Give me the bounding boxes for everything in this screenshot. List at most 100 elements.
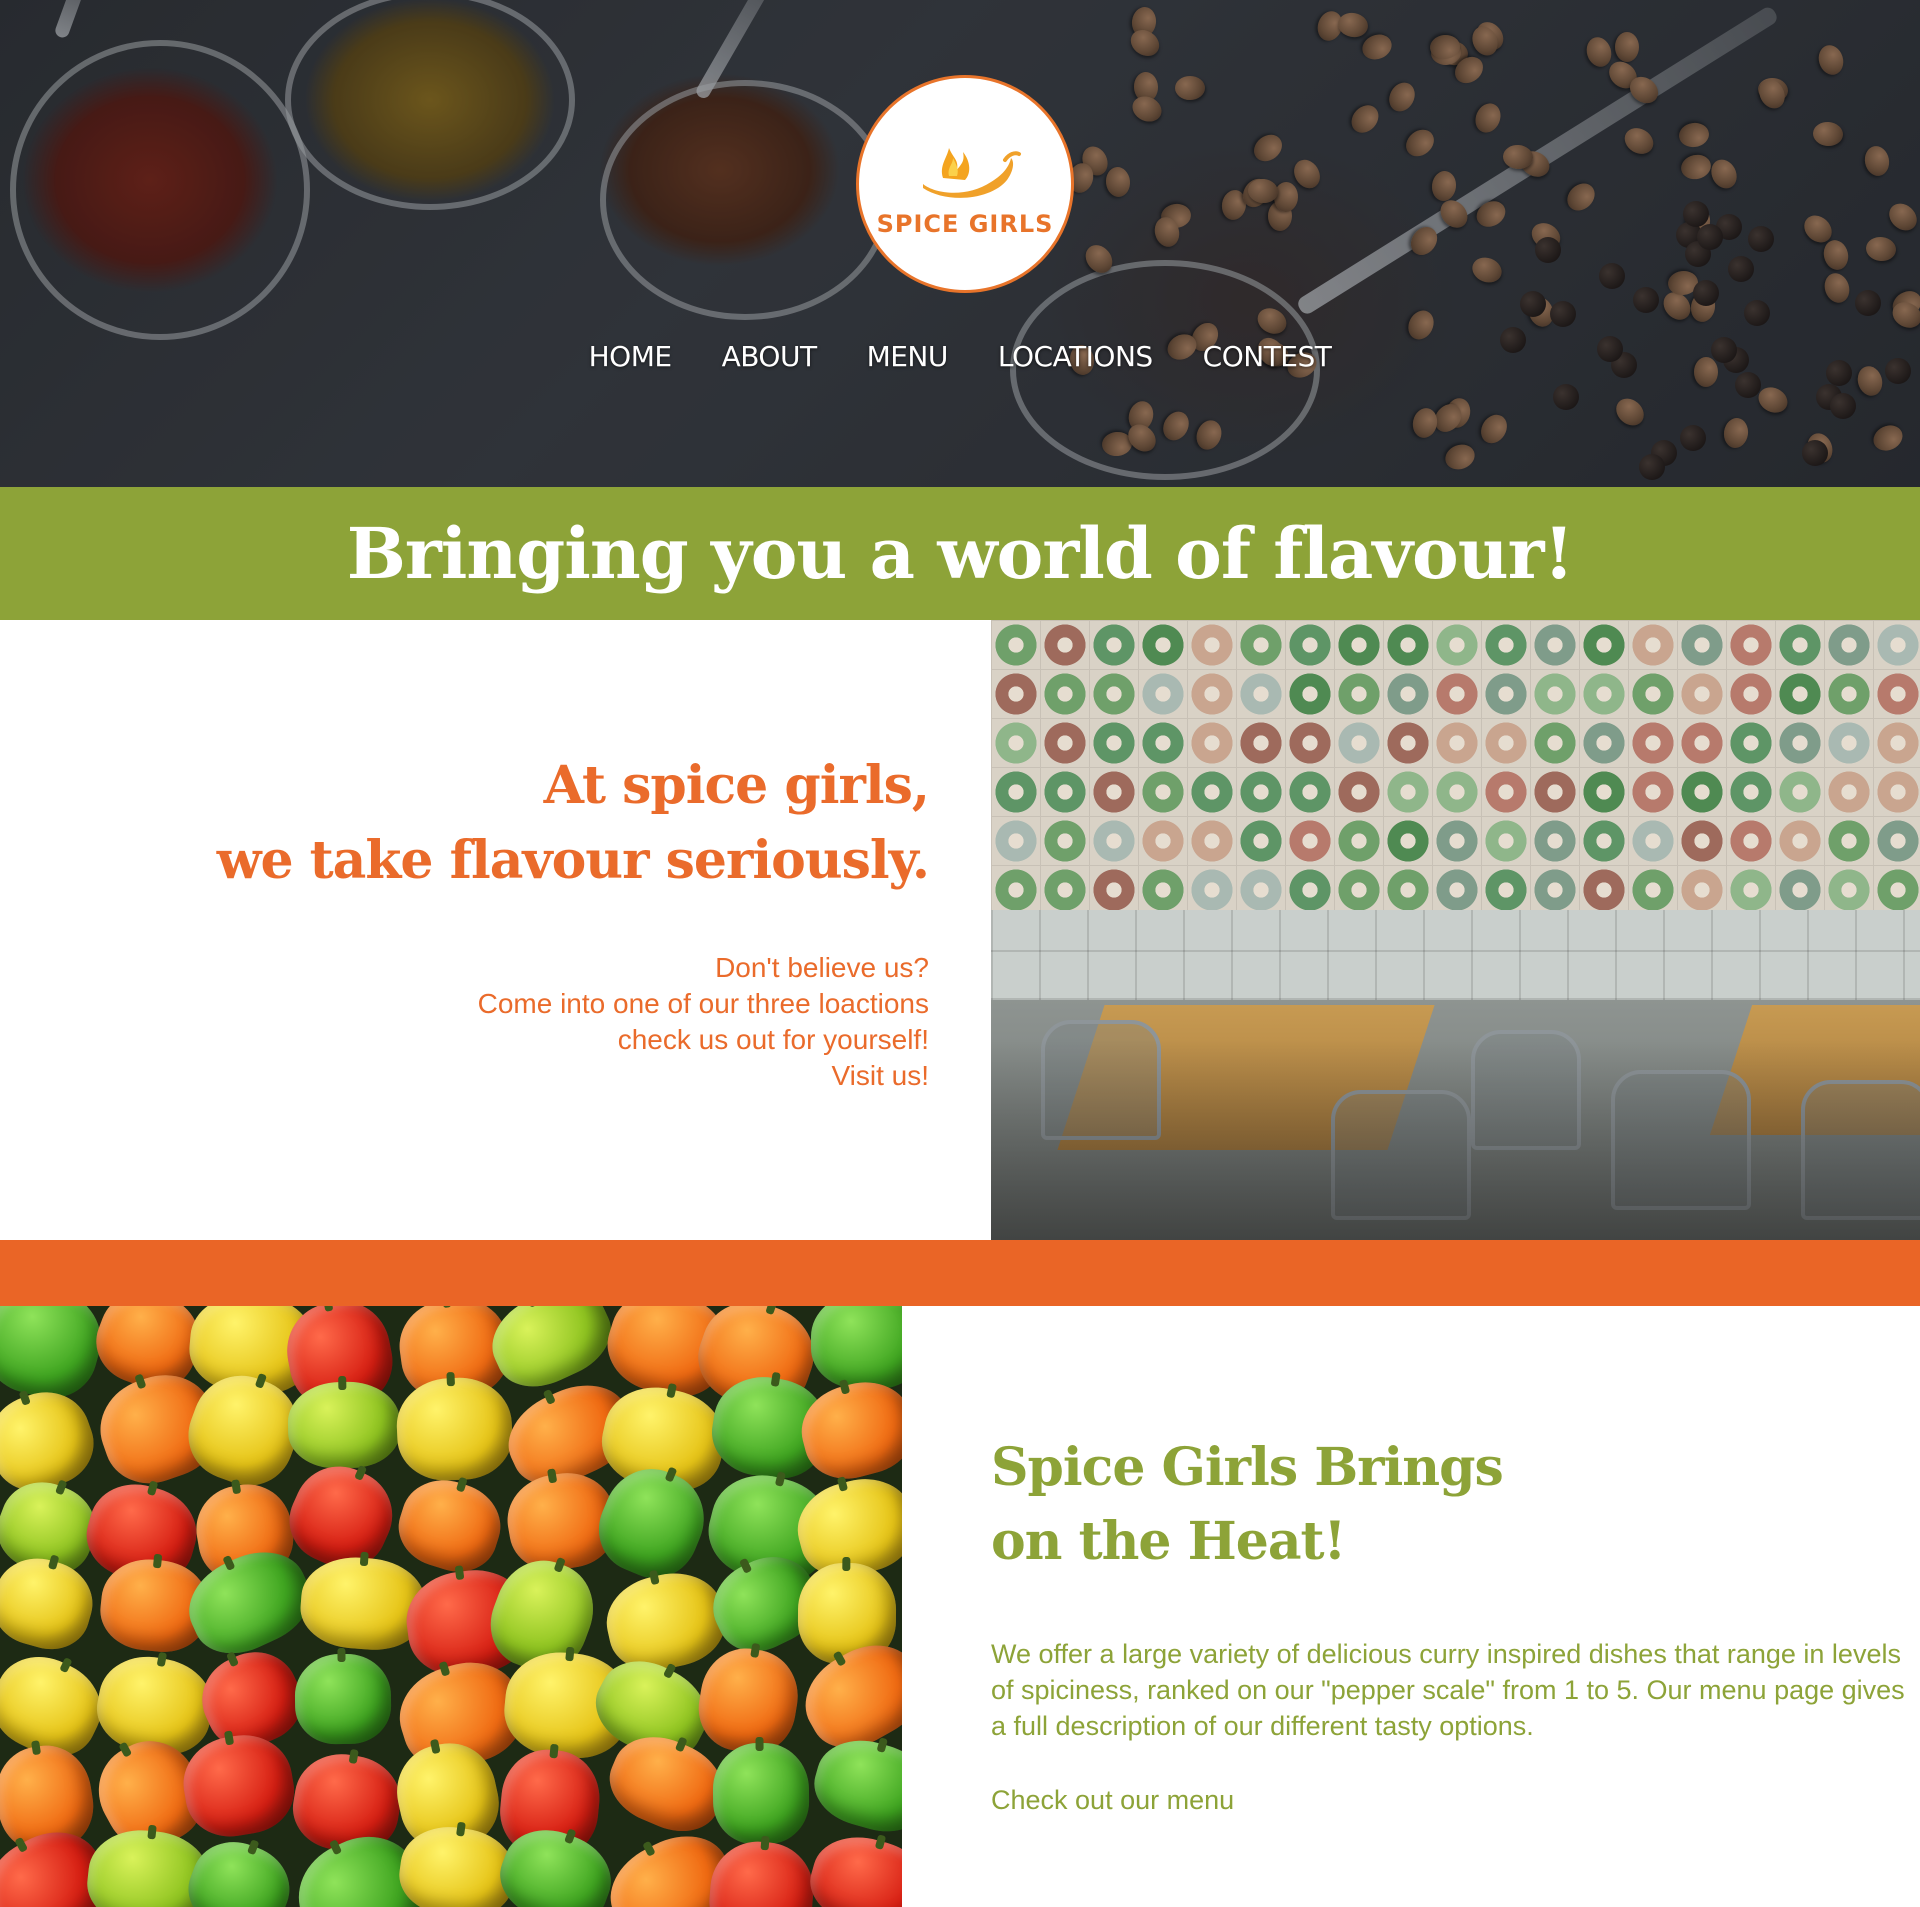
wall-tile	[1481, 669, 1531, 719]
wall-tile	[991, 767, 1041, 817]
wall-tile	[1236, 865, 1286, 915]
nav-contest[interactable]: CONTEST	[1178, 340, 1357, 373]
intro-heading-line: At spice girls,	[543, 755, 930, 816]
wall-tile	[1089, 718, 1139, 768]
wall-tile	[1089, 816, 1139, 866]
wall-tile	[991, 865, 1041, 915]
wall-tile	[1236, 718, 1286, 768]
intro-body-line: check us out for yourself!	[617, 1024, 929, 1055]
wall-tile	[1873, 816, 1920, 866]
wall-tile	[1628, 865, 1678, 915]
wall-tile	[1089, 620, 1139, 670]
wall-tile	[1530, 718, 1580, 768]
wall-tile	[1530, 669, 1580, 719]
wall-tile	[1628, 767, 1678, 817]
wall-tile	[1628, 718, 1678, 768]
nav-locations[interactable]: LOCATIONS	[973, 340, 1178, 373]
wall-tile	[1383, 718, 1433, 768]
intro-body-line: Come into one of our three loactions	[477, 988, 929, 1019]
heat-heading-line: Spice Girls Brings	[991, 1437, 1504, 1498]
wall-tile	[1334, 620, 1384, 670]
wall-tile	[1236, 669, 1286, 719]
wall-tile	[1579, 767, 1629, 817]
wall-tile	[1040, 620, 1090, 670]
habanero-pepper	[286, 1381, 401, 1470]
wall-tile	[1873, 767, 1920, 817]
wall-tile	[1432, 816, 1482, 866]
nav-menu[interactable]: MENU	[842, 340, 973, 373]
wall-tile	[1530, 865, 1580, 915]
wall-tile	[1383, 669, 1433, 719]
wall-tile	[1628, 816, 1678, 866]
habanero-pepper	[598, 1563, 733, 1680]
wall-tile	[1334, 767, 1384, 817]
brand-logo[interactable]: SPICE GIRLS	[856, 75, 1074, 293]
wall-tile	[1824, 865, 1874, 915]
wall-tile	[1726, 816, 1776, 866]
wall-tile	[1775, 767, 1825, 817]
nav-about[interactable]: ABOUT	[697, 340, 842, 373]
wall-tile	[1089, 669, 1139, 719]
wall-tile	[1824, 718, 1874, 768]
wall-tile	[1236, 620, 1286, 670]
wall-tile	[1530, 816, 1580, 866]
wall-tile	[1138, 620, 1188, 670]
restaurant-interior-image	[991, 620, 1920, 1240]
wall-tile	[1138, 865, 1188, 915]
wall-tile	[1726, 718, 1776, 768]
habanero-pepper	[712, 1742, 810, 1845]
floor-shadow	[991, 1040, 1920, 1240]
tiled-wall	[991, 620, 1920, 915]
habanero-pepper	[294, 1653, 392, 1745]
wall-tile	[1383, 865, 1433, 915]
heat-heading: Spice Girls Brings on the Heat!	[991, 1431, 1891, 1579]
wall-tile	[1285, 816, 1335, 866]
wall-tile	[1481, 816, 1531, 866]
wall-tile	[1383, 767, 1433, 817]
menu-link[interactable]: Check out our menu	[991, 1782, 1234, 1818]
wall-tile	[1138, 669, 1188, 719]
habanero-pepper	[389, 1468, 511, 1582]
wall-tile	[1579, 816, 1629, 866]
wall-tile	[1775, 865, 1825, 915]
wall-tile	[1726, 865, 1776, 915]
wall-tile	[1040, 816, 1090, 866]
wall-tile	[1138, 718, 1188, 768]
peppers-image	[0, 1306, 902, 1907]
wall-tile	[1334, 816, 1384, 866]
wall-tile	[1481, 620, 1531, 670]
wall-tile	[991, 620, 1041, 670]
nav-home[interactable]: HOME	[564, 340, 697, 373]
wall-tile	[1824, 669, 1874, 719]
wall-tile	[1628, 669, 1678, 719]
wall-tile	[1432, 718, 1482, 768]
intro-body-line: Don't believe us?	[715, 952, 929, 983]
intro-heading: At spice girls, we take flavour seriousl…	[129, 748, 930, 898]
wall-tile	[1775, 620, 1825, 670]
wall-tile	[1138, 767, 1188, 817]
wall-tile	[1677, 669, 1727, 719]
wall-tile	[1873, 620, 1920, 670]
brand-name: SPICE GIRLS	[876, 210, 1054, 238]
wall-tile	[1726, 620, 1776, 670]
wall-tile	[1579, 865, 1629, 915]
wall-tile	[1285, 767, 1335, 817]
wall-tile	[1285, 865, 1335, 915]
wall-tile	[991, 718, 1041, 768]
wall-tile	[1677, 767, 1727, 817]
wall-tile	[1628, 620, 1678, 670]
wall-tile	[1138, 816, 1188, 866]
wall-tile	[1334, 669, 1384, 719]
wall-tile	[1432, 669, 1482, 719]
main-nav: HOME ABOUT MENU LOCATIONS CONTEST	[0, 340, 1920, 373]
habanero-pepper	[0, 1548, 102, 1659]
intro-section: At spice girls, we take flavour seriousl…	[0, 620, 991, 1240]
wall-tile	[1481, 718, 1531, 768]
wall-tile	[1040, 865, 1090, 915]
chili-flame-icon	[923, 148, 1021, 198]
wall-tile	[1873, 718, 1920, 768]
habanero-pepper	[177, 1828, 302, 1907]
wall-tile	[1775, 669, 1825, 719]
white-tile-wall	[991, 910, 1920, 1000]
wall-tile	[1481, 865, 1531, 915]
